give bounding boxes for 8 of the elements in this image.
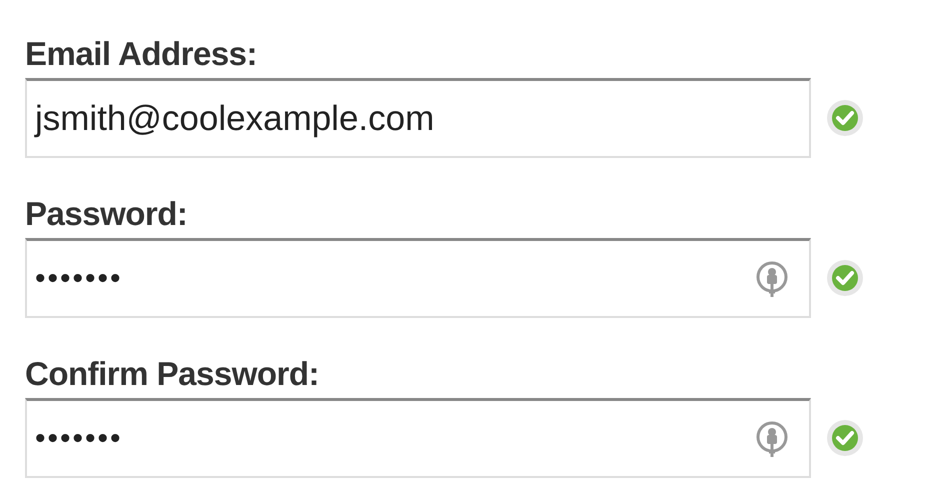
- field-label: Email Address:: [25, 34, 258, 74]
- field-label: Password:: [25, 194, 188, 234]
- input-field[interactable]: jsmith@coolexample.com: [25, 78, 811, 158]
- lock-icon[interactable]: [755, 258, 789, 298]
- lock-icon[interactable]: [755, 418, 789, 458]
- input-field[interactable]: •••••••: [25, 398, 811, 478]
- input-field[interactable]: •••••••: [25, 238, 811, 318]
- field-label: Confirm Password:: [25, 354, 320, 394]
